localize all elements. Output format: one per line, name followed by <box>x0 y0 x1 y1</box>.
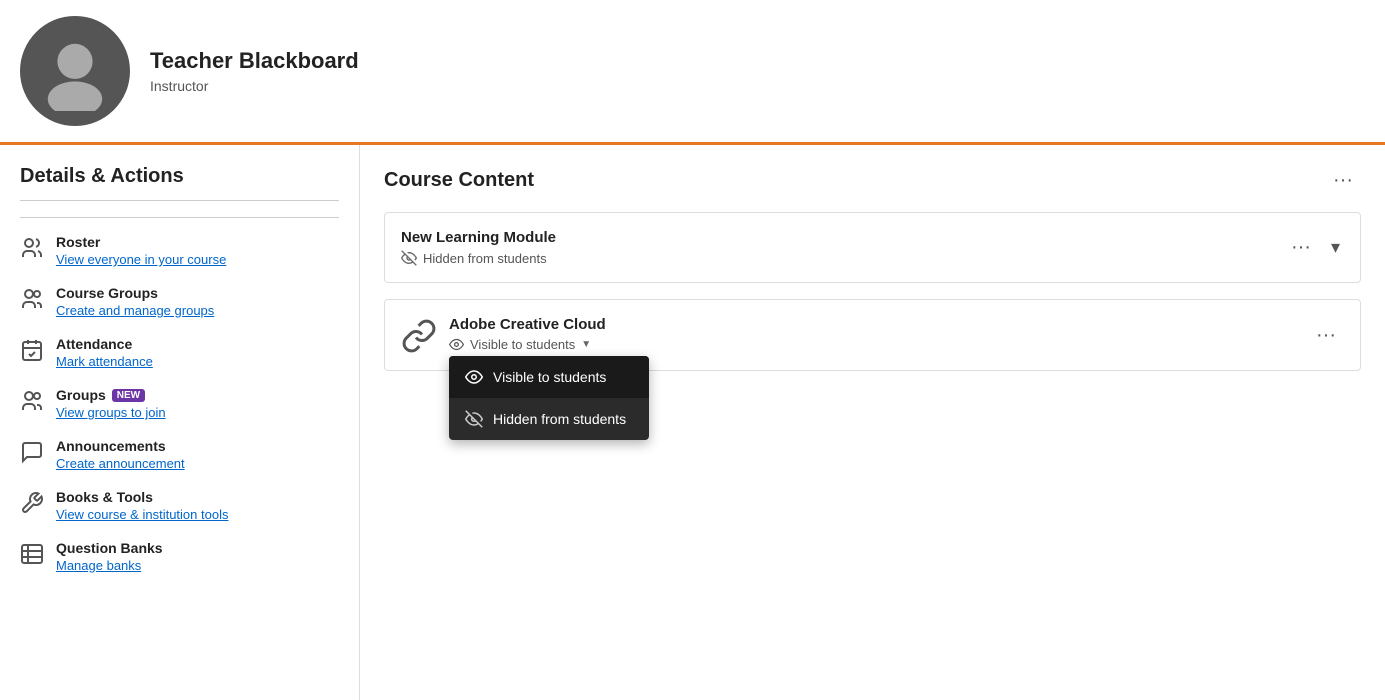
eye-off-icon-module <box>401 250 417 266</box>
eye-off-icon-hidden <box>465 410 483 428</box>
people-icon <box>20 236 44 260</box>
course-groups-link[interactable]: Create and manage groups <box>56 303 214 318</box>
tools-icon <box>20 491 44 515</box>
sidebar-item-course-groups: Course Groups Create and manage groups <box>20 285 339 318</box>
sidebar-item-announcements-content: Announcements Create announcement <box>56 438 185 471</box>
sidebar-item-books-tools: Books & Tools View course & institution … <box>20 489 339 522</box>
header-info: Teacher Blackboard Instructor <box>150 48 359 94</box>
module-status-text: Hidden from students <box>423 251 547 266</box>
sidebar-item-groups-content: Groups NEW View groups to join <box>56 387 166 420</box>
question-banks-label: Question Banks <box>56 540 163 556</box>
link-icon <box>401 318 437 354</box>
content-title: Course Content <box>384 169 534 192</box>
module-card: New Learning Module Hidden from students… <box>384 212 1361 283</box>
avatar <box>20 16 130 126</box>
content-item-title: Adobe Creative Cloud <box>449 316 606 333</box>
module-card-title: New Learning Module <box>401 229 556 246</box>
content-item-card: Adobe Creative Cloud Visible to students… <box>384 299 1361 371</box>
content-more-button[interactable]: ··· <box>1325 165 1361 196</box>
groups-link[interactable]: View groups to join <box>56 405 166 420</box>
content-item-header: Adobe Creative Cloud Visible to students… <box>385 300 1360 370</box>
sidebar-item-groups: Groups NEW View groups to join <box>20 387 339 420</box>
module-card-header: New Learning Module Hidden from students… <box>385 213 1360 282</box>
module-more-button[interactable]: ··· <box>1283 232 1319 263</box>
question-banks-link[interactable]: Manage banks <box>56 558 163 573</box>
sidebar-divider <box>20 217 339 218</box>
roster-link[interactable]: View everyone in your course <box>56 252 226 267</box>
sidebar-item-course-groups-content: Course Groups Create and manage groups <box>56 285 214 318</box>
dropdown-option-visible[interactable]: Visible to students <box>449 356 649 398</box>
groups-label: Groups NEW <box>56 387 166 403</box>
content-header: Course Content ··· <box>384 165 1361 196</box>
dropdown-arrow-icon: ▼ <box>581 339 591 350</box>
announcements-icon <box>20 440 44 464</box>
books-tools-label: Books & Tools <box>56 489 228 505</box>
sidebar-item-attendance: Attendance Mark attendance <box>20 336 339 369</box>
groups2-icon <box>20 389 44 413</box>
sidebar-item-question-banks-content: Question Banks Manage banks <box>56 540 163 573</box>
sidebar-item-attendance-content: Attendance Mark attendance <box>56 336 153 369</box>
dropdown-hidden-label: Hidden from students <box>493 411 626 427</box>
course-groups-label: Course Groups <box>56 285 214 301</box>
dropdown-option-hidden[interactable]: Hidden from students <box>449 398 649 440</box>
user-name: Teacher Blackboard <box>150 48 359 74</box>
content-item-info: Adobe Creative Cloud Visible to students… <box>449 316 606 352</box>
attendance-label: Attendance <box>56 336 153 352</box>
content-item-left: Adobe Creative Cloud Visible to students… <box>401 316 606 354</box>
page-header: Teacher Blackboard Instructor <box>0 0 1385 145</box>
eye-icon-item <box>449 337 464 352</box>
sidebar-item-roster-content: Roster View everyone in your course <box>56 234 226 267</box>
module-card-left: New Learning Module Hidden from students <box>401 229 556 266</box>
module-card-right: ··· ▾ <box>1283 232 1344 263</box>
roster-label: Roster <box>56 234 226 250</box>
announcements-label: Announcements <box>56 438 185 454</box>
books-tools-link[interactable]: View course & institution tools <box>56 507 228 522</box>
visibility-dropdown: Visible to students Hidden from students <box>449 356 649 440</box>
attendance-icon <box>20 338 44 362</box>
sidebar-title: Details & Actions <box>20 165 339 201</box>
groups-icon <box>20 287 44 311</box>
new-badge: NEW <box>112 389 145 402</box>
item-status-text: Visible to students <box>470 337 575 352</box>
user-role: Instructor <box>150 78 359 94</box>
attendance-link[interactable]: Mark attendance <box>56 354 153 369</box>
banks-icon <box>20 542 44 566</box>
announcements-link[interactable]: Create announcement <box>56 456 185 471</box>
visibility-dropdown-trigger[interactable]: Visible to students ▼ Visible to student… <box>449 337 606 352</box>
sidebar-item-question-banks: Question Banks Manage banks <box>20 540 339 573</box>
sidebar-item-roster: Roster View everyone in your course <box>20 234 339 267</box>
dropdown-visible-label: Visible to students <box>493 369 606 385</box>
eye-icon-visible <box>465 368 483 386</box>
sidebar-item-books-tools-content: Books & Tools View course & institution … <box>56 489 228 522</box>
sidebar-item-announcements: Announcements Create announcement <box>20 438 339 471</box>
main-layout: Details & Actions Roster View everyone i… <box>0 145 1385 700</box>
module-card-status: Hidden from students <box>401 250 556 266</box>
item-more-button[interactable]: ··· <box>1308 320 1344 351</box>
content-area: Course Content ··· New Learning Module H… <box>360 145 1385 700</box>
sidebar: Details & Actions Roster View everyone i… <box>0 145 360 700</box>
module-expand-button[interactable]: ▾ <box>1327 233 1344 262</box>
